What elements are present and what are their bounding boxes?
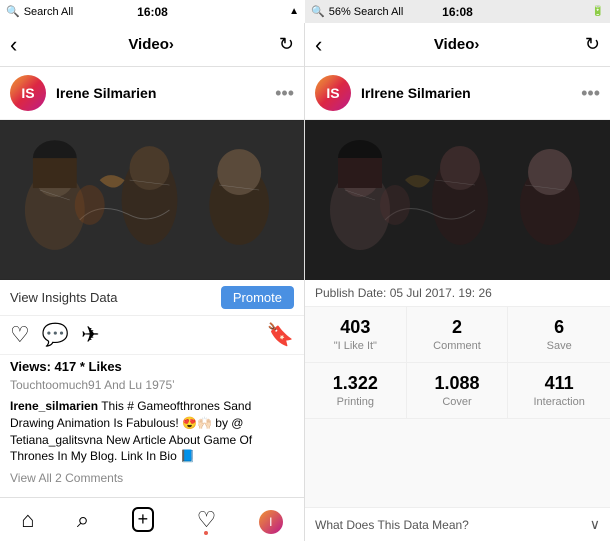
publish-date: Publish Date: 05 Jul 2017. 19: 26 (315, 286, 492, 300)
stat-saves: 6 Save (508, 307, 610, 362)
right-bottom-bar[interactable]: What Does This Data Mean? ∨ (305, 507, 610, 541)
right-profile-name: IrIrene Silmarien (361, 85, 581, 101)
right-nav-bar: ‹ Video› ↻ (305, 23, 610, 67)
view-comments-link[interactable]: View All 2 Comments (0, 469, 304, 489)
time-left: 16:08 (137, 5, 168, 19)
stat-interaction: 411 Interaction (508, 363, 610, 418)
status-right: 🔍 56% Search All 16:08 🔋 (305, 0, 610, 23)
publish-bar: Publish Date: 05 Jul 2017. 19: 26 (305, 280, 610, 307)
stats-grid-row2: 1.322 Printing 1.088 Cover 411 Interacti… (305, 363, 610, 419)
data-meaning-text: What Does This Data Mean? (315, 518, 590, 532)
home-nav-button[interactable]: ⌂ (21, 507, 34, 533)
stat-likes-label: "I Like It" (313, 340, 398, 352)
left-nav-title: Video› (23, 36, 279, 53)
notification-dot (204, 531, 208, 535)
stat-comments-value: 2 (415, 317, 500, 338)
back-button[interactable]: ‹ (10, 32, 17, 58)
insights-text: View Insights Data (10, 290, 117, 305)
post-image-left (0, 120, 304, 280)
stats-grid-row1: 403 "I Like It" 2 Comment 6 Save (305, 307, 610, 363)
stat-saves-value: 6 (516, 317, 602, 338)
status-app-left: 🔍 Search All (6, 5, 73, 18)
profile-name-left: Irene Silmarien (56, 85, 275, 101)
stat-cover-value: 1.088 (415, 373, 500, 394)
add-nav-button[interactable]: + (132, 507, 155, 532)
comment-button[interactable]: 💬 (42, 322, 69, 348)
share-button[interactable]: ✈ (81, 322, 99, 348)
bookmark-button[interactable]: 🔖 (267, 322, 294, 348)
avatar: IS (10, 75, 46, 111)
stat-printing-label: Printing (313, 396, 398, 408)
post-image-right (305, 120, 610, 280)
views-likes: Views: 417 * Likes (0, 355, 304, 376)
wifi-icon: ▲ (289, 6, 299, 17)
stat-printing-value: 1.322 (313, 373, 398, 394)
search-icon-right: 🔍 (311, 5, 325, 18)
refresh-button[interactable]: ↻ (279, 34, 294, 55)
stat-interaction-value: 411 (516, 373, 602, 394)
search-nav-button[interactable]: ⌕ (77, 507, 89, 533)
caption-username[interactable]: Irene_silmarien (10, 399, 98, 413)
tagged-users: Touchtoomuch91 And Lu 1975ʼ (0, 376, 304, 394)
main-content: ‹ Video› ↻ IS Irene Silmarien ••• (0, 23, 610, 541)
time-right: 16:08 (442, 5, 473, 19)
chevron-down-icon: ∨ (590, 516, 600, 533)
status-icons-right: 🔋 (592, 6, 604, 17)
search-icon-left: 🔍 (6, 5, 20, 18)
stat-comments-label: Comment (415, 340, 500, 352)
stat-saves-label: Save (516, 340, 602, 352)
left-nav-bar: ‹ Video› ↻ (0, 23, 304, 67)
right-panel: ‹ Video› ↻ IS IrIrene Silmarien ••• (305, 23, 610, 541)
right-nav-title: Video› (328, 36, 585, 53)
stat-cover-label: Cover (415, 396, 500, 408)
left-panel: ‹ Video› ↻ IS Irene Silmarien ••• (0, 23, 305, 541)
profile-nav-button[interactable]: I (259, 506, 283, 534)
promote-button[interactable]: Promote (221, 286, 294, 309)
stat-likes-value: 403 (313, 317, 398, 338)
like-button[interactable]: ♡ (10, 322, 30, 348)
more-options-button[interactable]: ••• (275, 83, 294, 104)
stat-likes: 403 "I Like It" (305, 307, 407, 362)
right-refresh-button[interactable]: ↻ (585, 34, 600, 55)
bottom-nav: ⌂ ⌕ + ♡ I (0, 497, 304, 541)
status-left: 🔍 Search All 16:08 ▲ (0, 0, 305, 23)
action-bar: ♡ 💬 ✈ 🔖 (0, 316, 304, 355)
likes-nav-button[interactable]: ♡ (197, 507, 217, 533)
insights-bar: View Insights Data Promote (0, 280, 304, 316)
right-back-button[interactable]: ‹ (315, 32, 322, 58)
status-icons-left: ▲ (289, 6, 299, 17)
left-profile-row: IS Irene Silmarien ••• (0, 67, 304, 120)
stat-interaction-label: Interaction (516, 396, 602, 408)
caption: Irene_silmarien This # Gameofthrones San… (0, 394, 304, 469)
status-bar: 🔍 Search All 16:08 ▲ 🔍 56% Search All 16… (0, 0, 610, 23)
right-avatar: IS (315, 75, 351, 111)
status-app-right: 🔍 56% Search All (311, 5, 403, 18)
battery-icon: 🔋 (592, 6, 604, 17)
right-more-options-button[interactable]: ••• (581, 83, 600, 104)
stat-printing: 1.322 Printing (305, 363, 407, 418)
right-profile-row: IS IrIrene Silmarien ••• (305, 67, 610, 120)
stat-cover: 1.088 Cover (407, 363, 509, 418)
stat-comments: 2 Comment (407, 307, 509, 362)
